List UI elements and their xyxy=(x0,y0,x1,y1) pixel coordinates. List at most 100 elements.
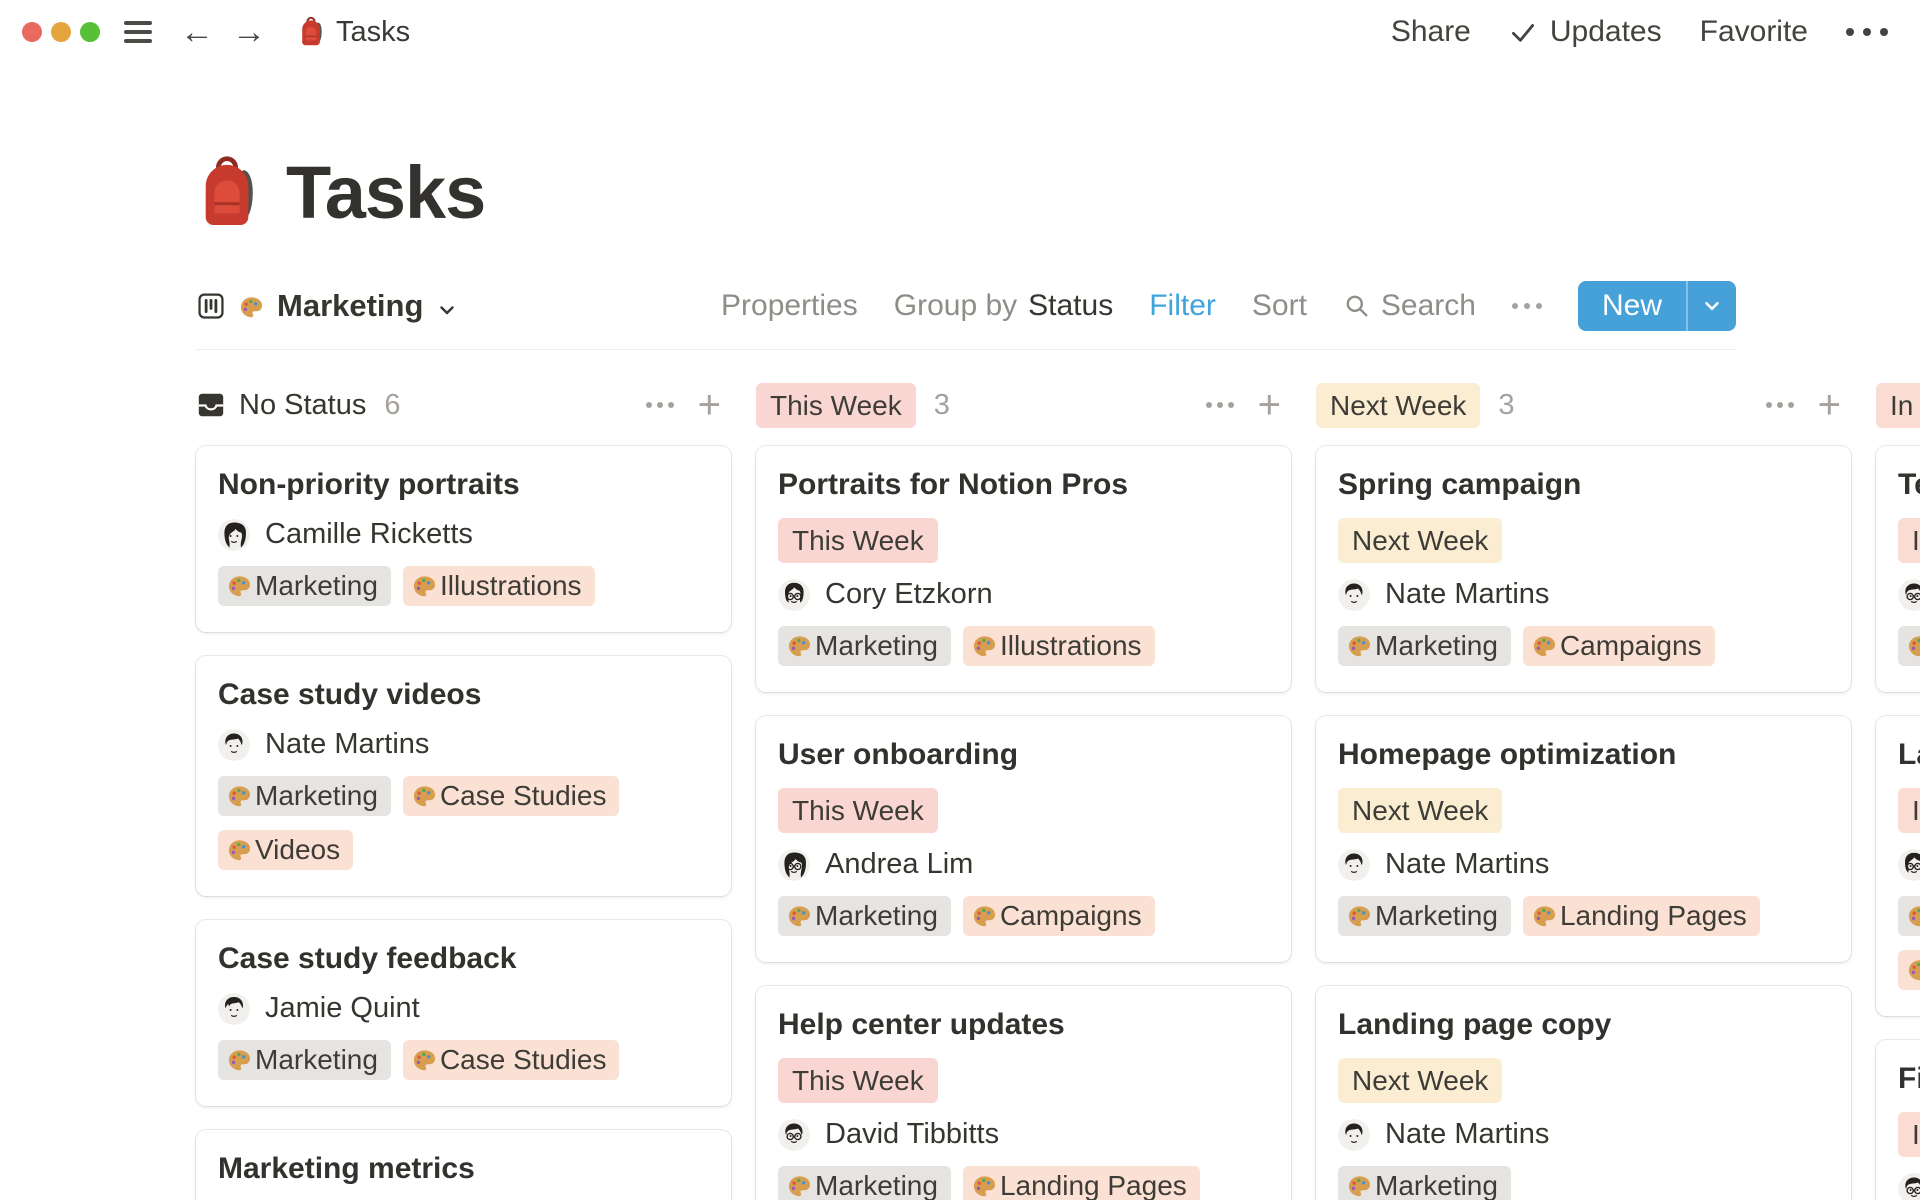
card-title: Marketing metrics xyxy=(218,1152,475,1185)
palette-icon xyxy=(226,573,253,600)
new-button[interactable]: New xyxy=(1577,281,1736,331)
column-title: No Status xyxy=(196,389,366,422)
tag: Landing Pages xyxy=(962,1166,1200,1200)
tag: Marketing xyxy=(1898,896,1920,936)
card-title: Portraits for Notion Pros xyxy=(778,468,1129,501)
updates-button[interactable]: Updates xyxy=(1509,15,1662,49)
search-button[interactable]: Search xyxy=(1343,289,1476,323)
status-badge: This Week xyxy=(778,788,938,833)
tag-label: Campaigns xyxy=(1559,630,1702,661)
avatar xyxy=(218,518,250,551)
view-switcher[interactable]: Marketing xyxy=(196,288,459,324)
zoom-window-button[interactable] xyxy=(80,22,100,42)
person-name: Nate Martins xyxy=(1385,848,1550,880)
task-card[interactable]: Marketing metrics Camille Ricketts xyxy=(196,1130,731,1200)
minimize-window-button[interactable] xyxy=(51,22,71,42)
palette-icon xyxy=(1531,903,1558,930)
share-button[interactable]: Share xyxy=(1391,15,1471,49)
task-card[interactable]: Case study feedback Jamie Quint Marketin… xyxy=(196,920,731,1106)
task-card[interactable]: Landing In Progress C Marketing Landing … xyxy=(1876,716,1920,1016)
person-name: Nate Martins xyxy=(1385,1118,1550,1150)
palette-icon xyxy=(786,1173,813,1200)
column-add-icon[interactable]: + xyxy=(1258,385,1281,425)
palette-icon xyxy=(786,903,813,930)
task-card[interactable]: Portraits for Notion Pros This Week Cory… xyxy=(756,446,1291,692)
tag: Marketing xyxy=(1898,626,1920,666)
status-badge: In Progress xyxy=(1898,518,1920,563)
tag: Campaigns xyxy=(962,896,1155,936)
palette-icon xyxy=(786,633,813,660)
tag: Marketing xyxy=(778,896,951,936)
tag-label: Campaigns xyxy=(999,900,1142,931)
tag: Marketing xyxy=(1338,1166,1511,1200)
toolbar-more-icon[interactable] xyxy=(1511,303,1542,309)
task-card[interactable]: User onboarding This Week Andrea Lim Mar… xyxy=(756,716,1291,962)
task-card[interactable]: Case study videos Nate Martins Marketing… xyxy=(196,656,731,896)
tag: Illustrations xyxy=(402,566,595,606)
card-person: Andrea Lim xyxy=(778,848,1269,881)
tag: Marketing xyxy=(778,626,951,666)
palette-icon xyxy=(411,573,438,600)
page-header: Tasks xyxy=(0,150,1920,235)
task-card[interactable]: Team In Progress D Marketing xyxy=(1876,446,1920,692)
person-name: Andrea Lim xyxy=(825,848,974,880)
forward-arrow-icon[interactable]: → xyxy=(232,15,266,49)
task-card[interactable]: Spring campaign Next Week Nate Martins M… xyxy=(1316,446,1851,692)
avatar xyxy=(1898,848,1920,881)
group-by-button[interactable]: Group by Status xyxy=(894,289,1113,323)
column-add-icon[interactable]: + xyxy=(698,385,721,425)
page-title[interactable]: Tasks xyxy=(286,150,486,235)
palette-icon xyxy=(411,1047,438,1074)
favorite-button[interactable]: Favorite xyxy=(1700,15,1808,49)
search-icon xyxy=(1343,292,1371,320)
status-badge: This Week xyxy=(778,518,938,563)
tag: Marketing xyxy=(218,566,391,606)
window-titlebar: ← → Tasks Share Updates Favorite xyxy=(0,0,1920,64)
palette-icon xyxy=(1906,633,1920,660)
card-person: Nate Martins xyxy=(1338,1118,1829,1151)
tag: Case Studies xyxy=(402,776,620,816)
view-toolbar: Marketing Properties Group by Status Fil… xyxy=(196,281,1736,350)
tag-label: Marketing xyxy=(815,1170,938,1200)
task-card[interactable]: Help center updates This Week David Tibb… xyxy=(756,986,1291,1200)
filter-button[interactable]: Filter xyxy=(1149,289,1216,323)
tag: Marketing xyxy=(1338,626,1511,666)
kanban-board: No Status 6 + Non-priority portraits Cam… xyxy=(0,382,1920,1200)
palette-icon xyxy=(971,1173,998,1200)
more-options-icon[interactable] xyxy=(1846,28,1888,36)
avatar xyxy=(778,848,810,881)
window-controls xyxy=(22,22,100,42)
breadcrumb[interactable]: Tasks xyxy=(336,16,410,49)
page-backpack-icon[interactable] xyxy=(196,154,258,232)
task-card[interactable]: Landing page copy Next Week Nate Martins… xyxy=(1316,986,1851,1200)
status-badge: In Progress xyxy=(1898,1112,1920,1157)
column-menu-icon[interactable] xyxy=(1765,402,1794,408)
new-button-label[interactable]: New xyxy=(1578,289,1686,323)
card-person: D xyxy=(1898,1172,1920,1200)
person-name: Jamie Quint xyxy=(265,992,420,1024)
back-arrow-icon[interactable]: ← xyxy=(180,15,214,49)
tag: Marketing xyxy=(778,1166,951,1200)
group-by-value: Status xyxy=(1028,289,1114,322)
palette-icon xyxy=(1346,1173,1373,1200)
palette-icon xyxy=(1346,903,1373,930)
card-person: Nate Martins xyxy=(1338,848,1829,881)
task-card[interactable]: Homepage optimization Next Week Nate Mar… xyxy=(1316,716,1851,962)
properties-button[interactable]: Properties xyxy=(721,289,858,323)
tag: Videos xyxy=(218,830,354,870)
palette-icon xyxy=(411,783,438,810)
card-title: Case study videos xyxy=(218,678,482,711)
card-person: Jamie Quint xyxy=(218,992,709,1025)
task-card[interactable]: Non-priority portraits Camille Ricketts … xyxy=(196,446,731,632)
sidebar-toggle-icon[interactable] xyxy=(124,21,152,43)
sort-button[interactable]: Sort xyxy=(1252,289,1307,323)
column-menu-icon[interactable] xyxy=(1205,402,1234,408)
column-menu-icon[interactable] xyxy=(645,402,674,408)
task-card[interactable]: Fix s In Progress D Marketing xyxy=(1876,1040,1920,1200)
close-window-button[interactable] xyxy=(22,22,42,42)
column-header: No Status 6 + xyxy=(196,384,731,426)
card-person: C xyxy=(1898,848,1920,881)
column-add-icon[interactable]: + xyxy=(1818,385,1841,425)
new-button-chevron-icon[interactable] xyxy=(1688,295,1736,317)
status-badge: Next Week xyxy=(1338,1058,1503,1103)
